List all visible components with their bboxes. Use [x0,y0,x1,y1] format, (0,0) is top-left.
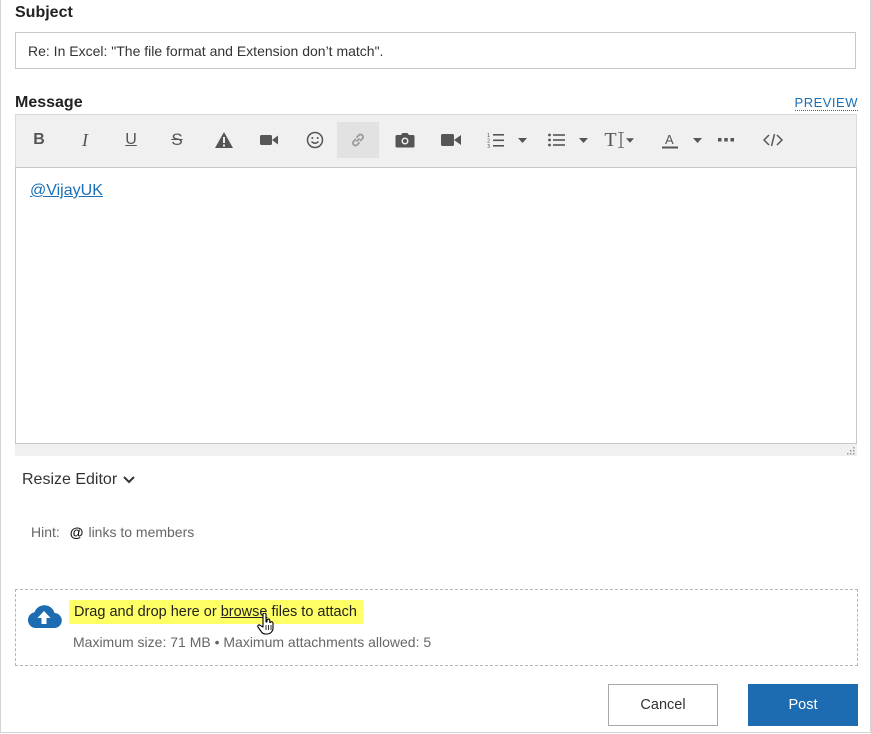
underline-icon: U [125,131,137,148]
camera-icon [395,133,415,148]
caret-down-icon [518,137,527,143]
more-options-button[interactable] [713,122,739,158]
insert-media-button[interactable] [438,122,464,158]
strikethrough-icon: S [171,130,183,149]
caret-down-icon [625,137,634,143]
warning-icon [215,132,233,148]
editor-toolbar: B I U S 123 T A [15,114,857,167]
svg-text:A: A [665,132,674,147]
text-color-button[interactable]: A [657,122,683,158]
bulleted-list-dropdown[interactable] [579,122,588,158]
drop-text-before: Drag and drop here or [74,604,221,620]
text-size-cursor-icon [617,132,624,148]
numbered-list-dropdown[interactable] [518,122,527,158]
bold-button[interactable]: B [26,122,52,158]
editor-resize-strip [15,444,857,456]
preview-link[interactable]: PREVIEW [794,95,858,111]
resize-editor-label: Resize Editor [22,471,118,488]
attachment-dropzone[interactable]: Drag and drop here or browse files to at… [15,589,858,666]
message-editor[interactable]: @VijayUK [15,167,857,444]
link-icon [352,133,364,147]
italic-button[interactable]: I [72,122,98,158]
svg-text:3: 3 [487,144,490,148]
cloud-upload-icon [27,605,62,629]
subject-input[interactable]: Re: In Excel: "The file format and Exten… [15,32,856,69]
insert-video-button[interactable] [256,122,282,158]
emoji-icon [306,131,324,149]
drop-instructions: Drag and drop here or browse files to at… [69,600,363,624]
chevron-down-icon [123,476,135,484]
attachment-limits: Maximum size: 71 MB • Maximum attachment… [73,634,432,650]
underline-button[interactable]: U [118,122,144,158]
insert-link-button[interactable] [337,122,379,158]
numbered-list-icon: 123 [487,133,504,148]
emoji-button[interactable] [302,122,328,158]
hint-description: links to members [88,524,195,540]
italic-icon: I [82,129,88,150]
cancel-button[interactable]: Cancel [608,684,718,726]
spoiler-button[interactable] [211,122,237,158]
hint-label: Hint: [31,524,60,540]
video-camera-icon [441,134,461,146]
bulleted-list-button[interactable] [544,122,570,158]
subject-label: Subject [15,4,73,21]
text-size-icon: T [604,128,617,151]
user-mention-link[interactable]: @VijayUK [30,182,103,200]
caret-down-icon [693,137,702,143]
bold-icon: B [33,131,45,148]
at-symbol: @ [69,524,84,540]
text-size-button[interactable]: T [602,122,636,158]
drop-text-after: files to attach [267,604,357,620]
numbered-list-button[interactable]: 123 [483,122,509,158]
insert-photo-button[interactable] [392,122,418,158]
text-color-icon: A [662,132,678,149]
strikethrough-button[interactable]: S [164,122,190,158]
resize-grip-icon[interactable] [845,445,855,455]
caret-down-icon [579,137,588,143]
video-camera-icon [260,135,278,145]
more-icon [718,138,734,142]
hand-cursor-icon [257,613,274,635]
hint-text: Hint: @ links to members [31,524,194,540]
message-label: Message [15,94,83,111]
source-code-button[interactable] [759,122,787,158]
resize-editor-toggle[interactable]: Resize Editor [22,471,135,489]
bulleted-list-icon [548,133,565,147]
post-button[interactable]: Post [748,684,858,726]
text-color-dropdown[interactable] [693,122,702,158]
code-icon [763,133,783,147]
